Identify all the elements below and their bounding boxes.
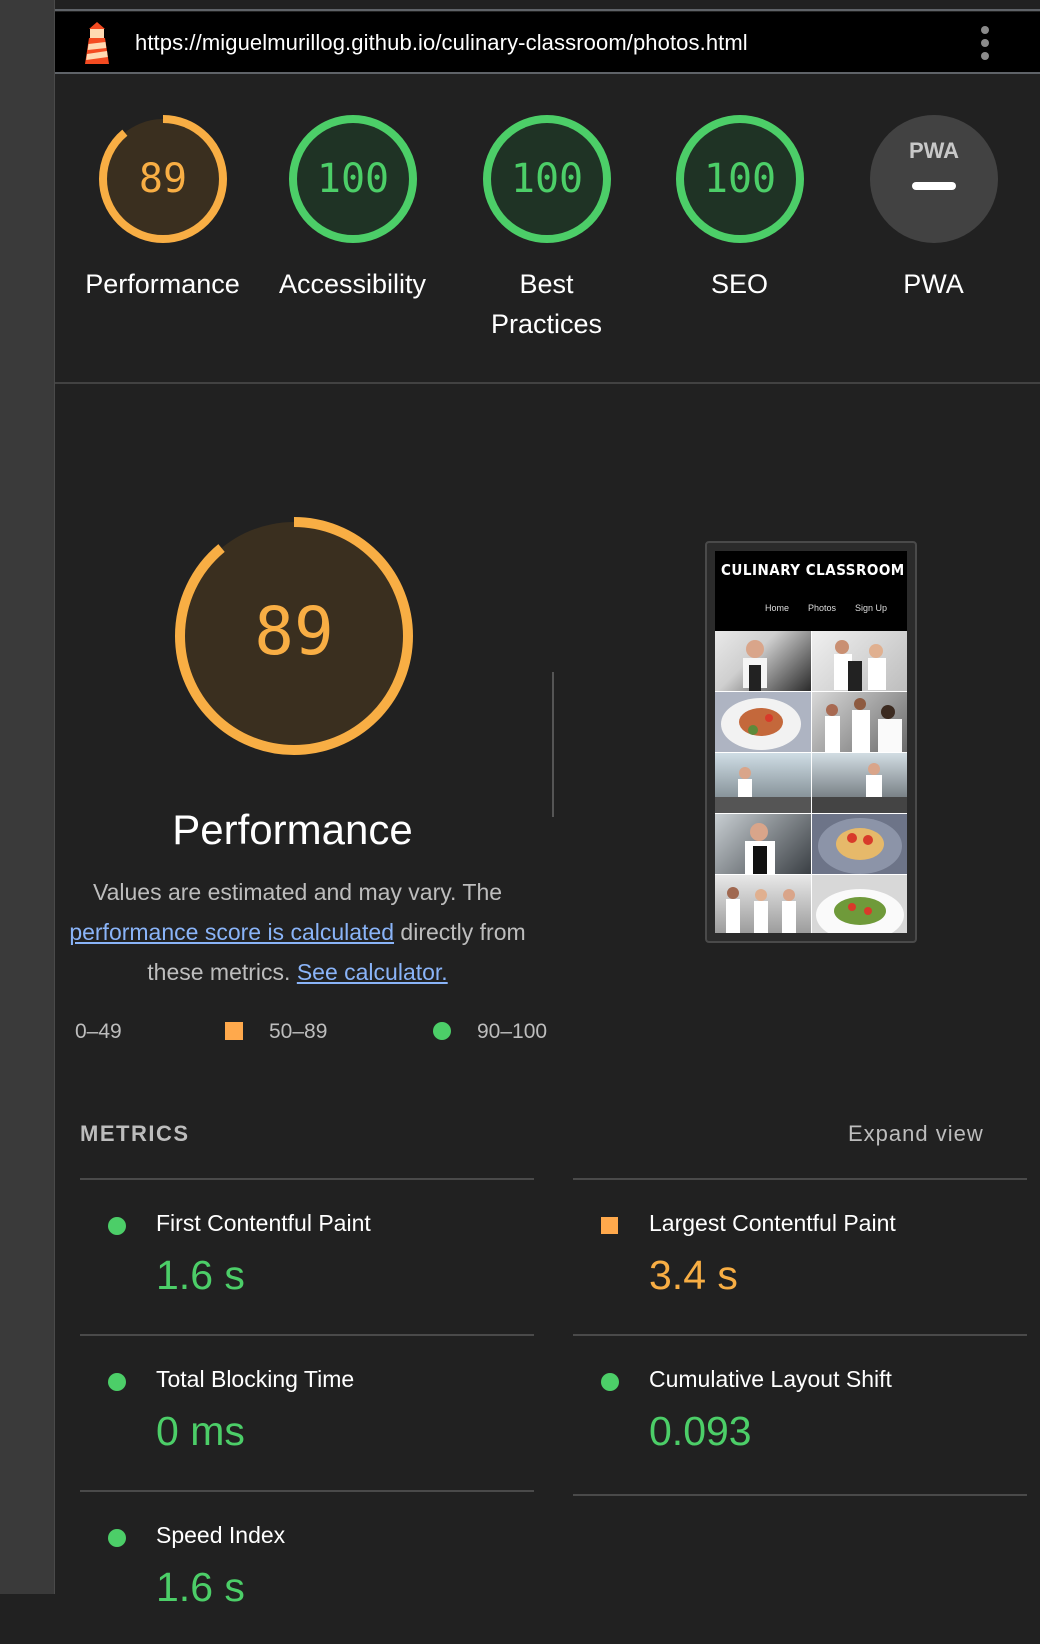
- final-screenshot-thumbnail[interactable]: CULINARY CLASSROOM Home Photos Sign Up: [705, 541, 917, 943]
- category-gauges: 89 Performance 100 Accessibility 100 Bes…: [55, 76, 1040, 384]
- performance-title: Performance: [172, 806, 413, 853]
- metric-value: 0 ms: [156, 1408, 245, 1454]
- metric-first-contentful-paint: First Contentful Paint 1.6 s: [80, 1178, 534, 1332]
- pwa-badge-text: PWA: [908, 138, 958, 163]
- gauge-label-line: Practices: [490, 309, 603, 339]
- expand-view-toggle[interactable]: Expand view: [848, 1121, 984, 1147]
- score-calculated-link[interactable]: performance score is calculated: [69, 919, 394, 945]
- orange-square-icon: [225, 1022, 243, 1040]
- report-url-bar: https://miguelmurillog.github.io/culinar…: [55, 12, 1040, 74]
- devtools-left-gutter: [0, 0, 55, 1594]
- green-circle-icon: [433, 1022, 451, 1040]
- metric-cumulative-layout-shift: Cumulative Layout Shift 0.093: [573, 1334, 1027, 1488]
- gauge-ring: 100: [675, 115, 804, 243]
- metric-name: Total Blocking Time: [156, 1366, 355, 1392]
- photo-tile: [715, 631, 811, 691]
- top-strip: [55, 0, 1040, 11]
- gauge-score: 100: [703, 156, 775, 202]
- metric-speed-index: Speed Index 1.6 s: [80, 1490, 534, 1644]
- gauge-seo[interactable]: 100 SEO: [652, 114, 827, 304]
- gauge-label-line: Best: [519, 269, 574, 299]
- metric-divider: [573, 1494, 1027, 1496]
- section-divider: [552, 672, 554, 817]
- photo-tile: [812, 875, 907, 933]
- photo-tile: [812, 631, 907, 691]
- gauge-performance[interactable]: 89 Performance: [75, 114, 250, 304]
- legend-range: 90–100: [477, 1020, 548, 1043]
- lighthouse-logo-icon: [85, 22, 109, 64]
- gauge-score: 89: [138, 156, 186, 202]
- performance-big-gauge: 89: [175, 517, 413, 755]
- screenshot-nav-item: Sign Up: [855, 603, 888, 613]
- photo-tile: [812, 814, 907, 874]
- pwa-badge-icon: PWA: [869, 115, 998, 243]
- legend-average: 50–89: [225, 1020, 327, 1044]
- report-url[interactable]: https://miguelmurillog.github.io/culinar…: [135, 30, 748, 56]
- gauge-label: Best Practices: [459, 264, 634, 344]
- gauge-ring: 100: [288, 115, 417, 243]
- screenshot-photo-grid: [715, 631, 907, 933]
- gauge-score: 100: [510, 156, 582, 202]
- gauge-ring: 89: [98, 115, 227, 243]
- metric-value: 1.6 s: [156, 1252, 245, 1298]
- legend-range: 0–49: [75, 1020, 122, 1043]
- gauge-ring: 100: [482, 115, 611, 243]
- pass-circle-icon: [108, 1217, 126, 1235]
- gauge-label: SEO: [710, 269, 769, 299]
- see-calculator-link[interactable]: See calculator.: [297, 959, 448, 985]
- pass-circle-icon: [108, 1373, 126, 1391]
- metric-name: Cumulative Layout Shift: [649, 1366, 892, 1392]
- photo-tile: [715, 814, 811, 874]
- gauge-best-practices[interactable]: 100 Best Practices: [459, 114, 634, 344]
- gauge-accessibility[interactable]: 100 Accessibility: [265, 114, 440, 304]
- more-options-icon[interactable]: [975, 26, 995, 60]
- legend-range: 50–89: [269, 1020, 328, 1043]
- gauge-label: Performance: [85, 269, 240, 299]
- gauge-pwa[interactable]: PWA PWA: [846, 114, 1021, 304]
- metric-name: Speed Index: [156, 1522, 286, 1548]
- photo-tile: [715, 692, 811, 752]
- performance-description: Values are estimated and may vary. The p…: [55, 872, 540, 992]
- photo-tile: [812, 753, 907, 813]
- metric-name: First Contentful Paint: [156, 1210, 371, 1236]
- metrics-heading: METRICS: [80, 1121, 190, 1146]
- pass-circle-icon: [601, 1373, 619, 1391]
- average-square-icon: [601, 1217, 618, 1234]
- screenshot-site-title: CULINARY CLASSROOM: [721, 561, 905, 579]
- gauge-label: Accessibility: [278, 269, 427, 299]
- metric-total-blocking-time: Total Blocking Time 0 ms: [80, 1334, 534, 1488]
- metric-value: 3.4 s: [649, 1252, 738, 1298]
- photo-tile: [812, 692, 907, 752]
- gauge-label: PWA: [903, 269, 964, 299]
- gauge-score: 100: [316, 156, 388, 202]
- photo-tile: [715, 753, 811, 813]
- legend-fail: 0–49: [75, 1020, 122, 1044]
- performance-big-score: 89: [254, 593, 333, 670]
- metric-name: Largest Contentful Paint: [649, 1210, 896, 1236]
- legend-pass: 90–100: [433, 1020, 547, 1044]
- metric-largest-contentful-paint: Largest Contentful Paint 3.4 s: [573, 1178, 1027, 1332]
- metric-value: 1.6 s: [156, 1564, 245, 1610]
- pass-circle-icon: [108, 1529, 126, 1547]
- screenshot-nav-item: Photos: [808, 603, 837, 613]
- photo-tile: [715, 875, 811, 933]
- metric-value: 0.093: [649, 1408, 752, 1454]
- desc-text: Values are estimated and may vary. The: [92, 879, 503, 905]
- screenshot-nav-item: Home: [765, 603, 790, 613]
